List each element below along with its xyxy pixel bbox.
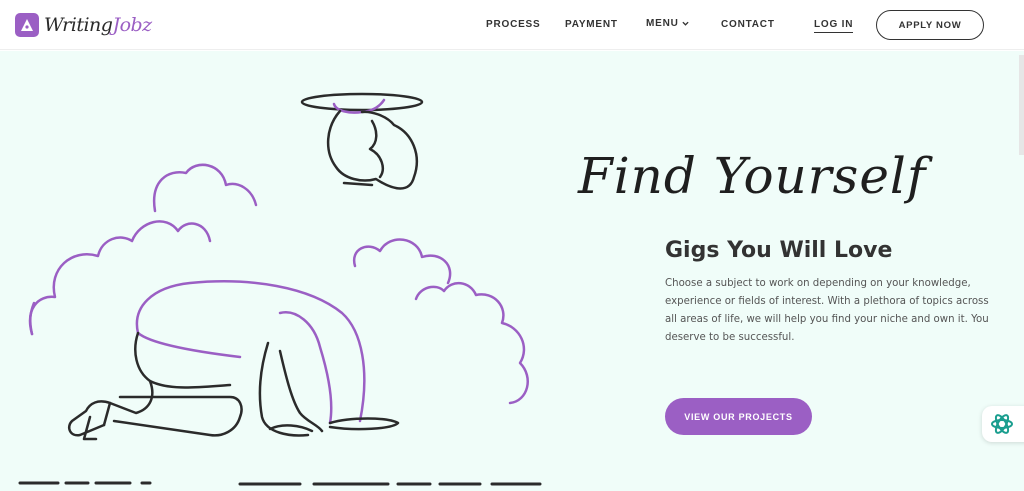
assistant-widget-button[interactable]: [982, 406, 1024, 442]
sparkle-icon: [991, 414, 1013, 434]
nav-payment-link[interactable]: PAYMENT: [565, 19, 618, 30]
hero-subtitle: Gigs You Will Love: [665, 238, 893, 263]
logo-word-jobz: Jobz: [112, 14, 152, 36]
logo-word-writing: Writing: [44, 14, 113, 36]
site-logo[interactable]: WritingJobz: [14, 10, 152, 40]
scrollbar[interactable]: [1019, 55, 1024, 155]
nav-contact-link[interactable]: CONTACT: [721, 19, 775, 30]
pen-nib-icon: [15, 13, 39, 37]
nav-process-link[interactable]: PROCESS: [486, 19, 541, 30]
view-projects-button[interactable]: VIEW OUR PROJECTS: [665, 398, 812, 435]
hero-section: Find Yourself Gigs You Will Love Choose …: [0, 51, 1024, 491]
top-navigation-bar: WritingJobz PROCESS PAYMENT MENU CONTACT…: [0, 0, 1024, 50]
login-link[interactable]: LOG IN: [814, 19, 854, 33]
hero-title: Find Yourself: [578, 147, 927, 205]
nav-menu-dropdown[interactable]: MENU: [646, 18, 689, 29]
chevron-down-icon: [682, 21, 689, 26]
meditating-person-illustration: [18, 92, 542, 486]
hero-description: Choose a subject to work on depending on…: [665, 278, 989, 343]
apply-now-button[interactable]: APPLY NOW: [876, 10, 984, 40]
logo-text: WritingJobz: [44, 14, 152, 36]
nav-menu-label: MENU: [646, 18, 679, 29]
